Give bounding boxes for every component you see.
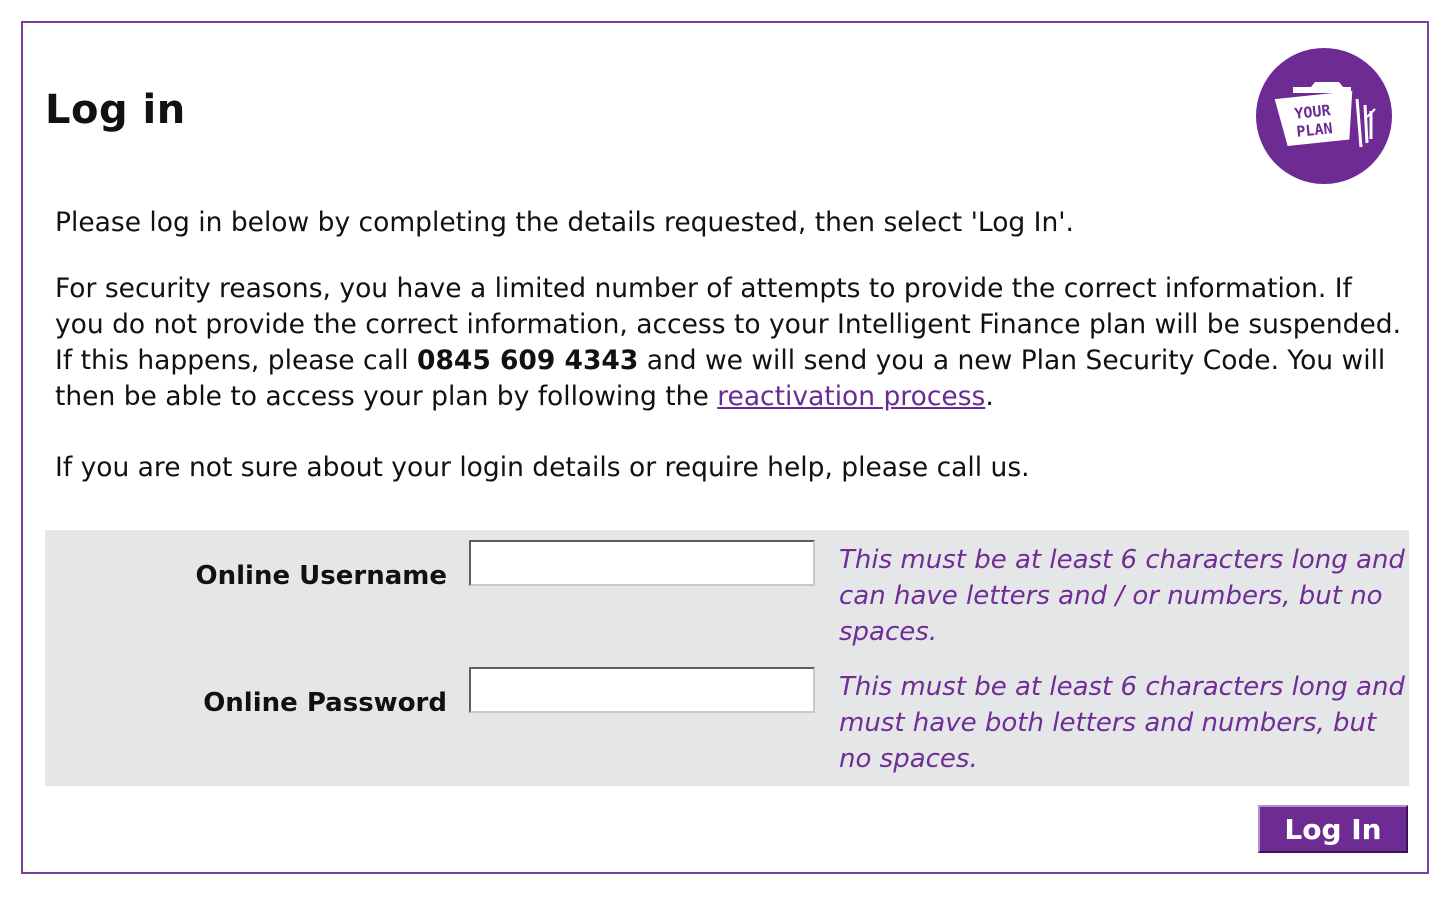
login-panel: Log in YOUR PLAN Please log in below by … — [21, 21, 1429, 874]
logo-text-plan: PLAN — [1296, 119, 1334, 141]
password-label: Online Password — [203, 688, 447, 718]
username-input[interactable] — [469, 540, 815, 586]
username-hint: This must be at least 6 characters long … — [839, 545, 1405, 647]
password-hint: This must be at least 6 characters long … — [839, 672, 1405, 774]
security-notice: For security reasons, you have a limited… — [55, 271, 1401, 415]
login-form: Online Username This must be at least 6 … — [45, 530, 1409, 786]
log-in-button[interactable]: Log In — [1258, 805, 1408, 853]
password-input[interactable] — [469, 667, 815, 713]
help-notice: If you are not sure about your login det… — [55, 452, 1030, 483]
reactivation-process-link[interactable]: reactivation process — [717, 381, 985, 412]
help-phone-number: 0845 609 4343 — [417, 345, 639, 376]
your-plan-logo: YOUR PLAN — [1256, 48, 1392, 184]
security-notice-end: . — [985, 381, 994, 412]
username-label: Online Username — [195, 561, 447, 591]
page-title: Log in — [45, 87, 186, 133]
intro-instruction: Please log in below by completing the de… — [55, 207, 1074, 238]
